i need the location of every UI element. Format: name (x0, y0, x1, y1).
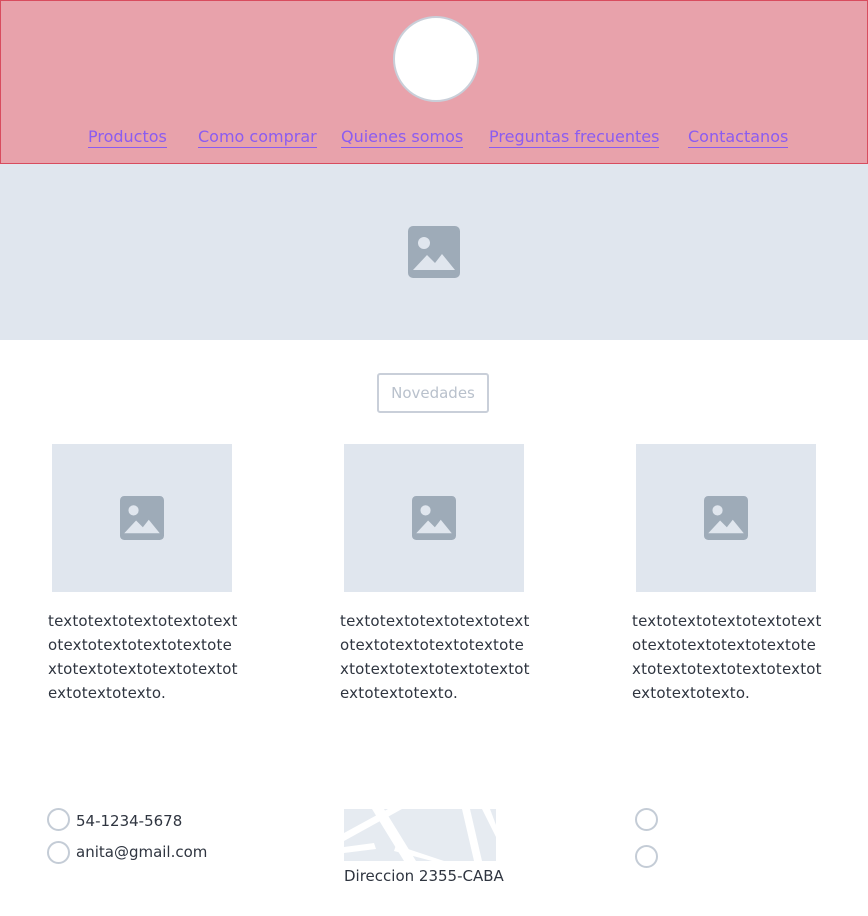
nav-link-como-comprar[interactable]: Como comprar (198, 127, 317, 148)
social-icon[interactable] (635, 808, 658, 831)
nav-link-preguntas-frecuentes[interactable]: Preguntas frecuentes (489, 127, 660, 148)
hero-banner (0, 164, 868, 340)
card-image[interactable] (52, 444, 232, 592)
nav-link-quienes-somos[interactable]: Quienes somos (341, 127, 464, 148)
image-placeholder-icon (120, 496, 164, 540)
address: Direccion 2355-CABA (344, 867, 504, 885)
card-image[interactable] (636, 444, 816, 592)
card-description: textotextotextotextotextotextotextotexto… (340, 612, 530, 702)
logo-placeholder[interactable] (393, 16, 479, 102)
image-placeholder-icon (412, 496, 456, 540)
nav-link-productos[interactable]: Productos (88, 127, 167, 148)
email-icon (47, 841, 70, 864)
social-icon[interactable] (635, 845, 658, 868)
main-nav: Productos Como comprar Quienes somos Pre… (1, 127, 867, 149)
card-description: textotextotextotextotextotextotextotexto… (48, 612, 238, 702)
image-placeholder-icon (408, 226, 460, 278)
card-image[interactable] (344, 444, 524, 592)
map-icon (344, 809, 496, 861)
image-placeholder-icon (704, 496, 748, 540)
email-address: anita@gmail.com (76, 843, 208, 861)
nav-link-contactanos[interactable]: Contactanos (688, 127, 789, 148)
phone-number: 54-1234-5678 (76, 812, 183, 830)
map-placeholder[interactable] (344, 809, 496, 861)
site-header: Productos Como comprar Quienes somos Pre… (0, 0, 868, 164)
novedades-button[interactable]: Novedades (377, 373, 489, 413)
phone-icon (47, 808, 70, 831)
card-description: textotextotextotextotextotextotextotexto… (632, 612, 822, 702)
